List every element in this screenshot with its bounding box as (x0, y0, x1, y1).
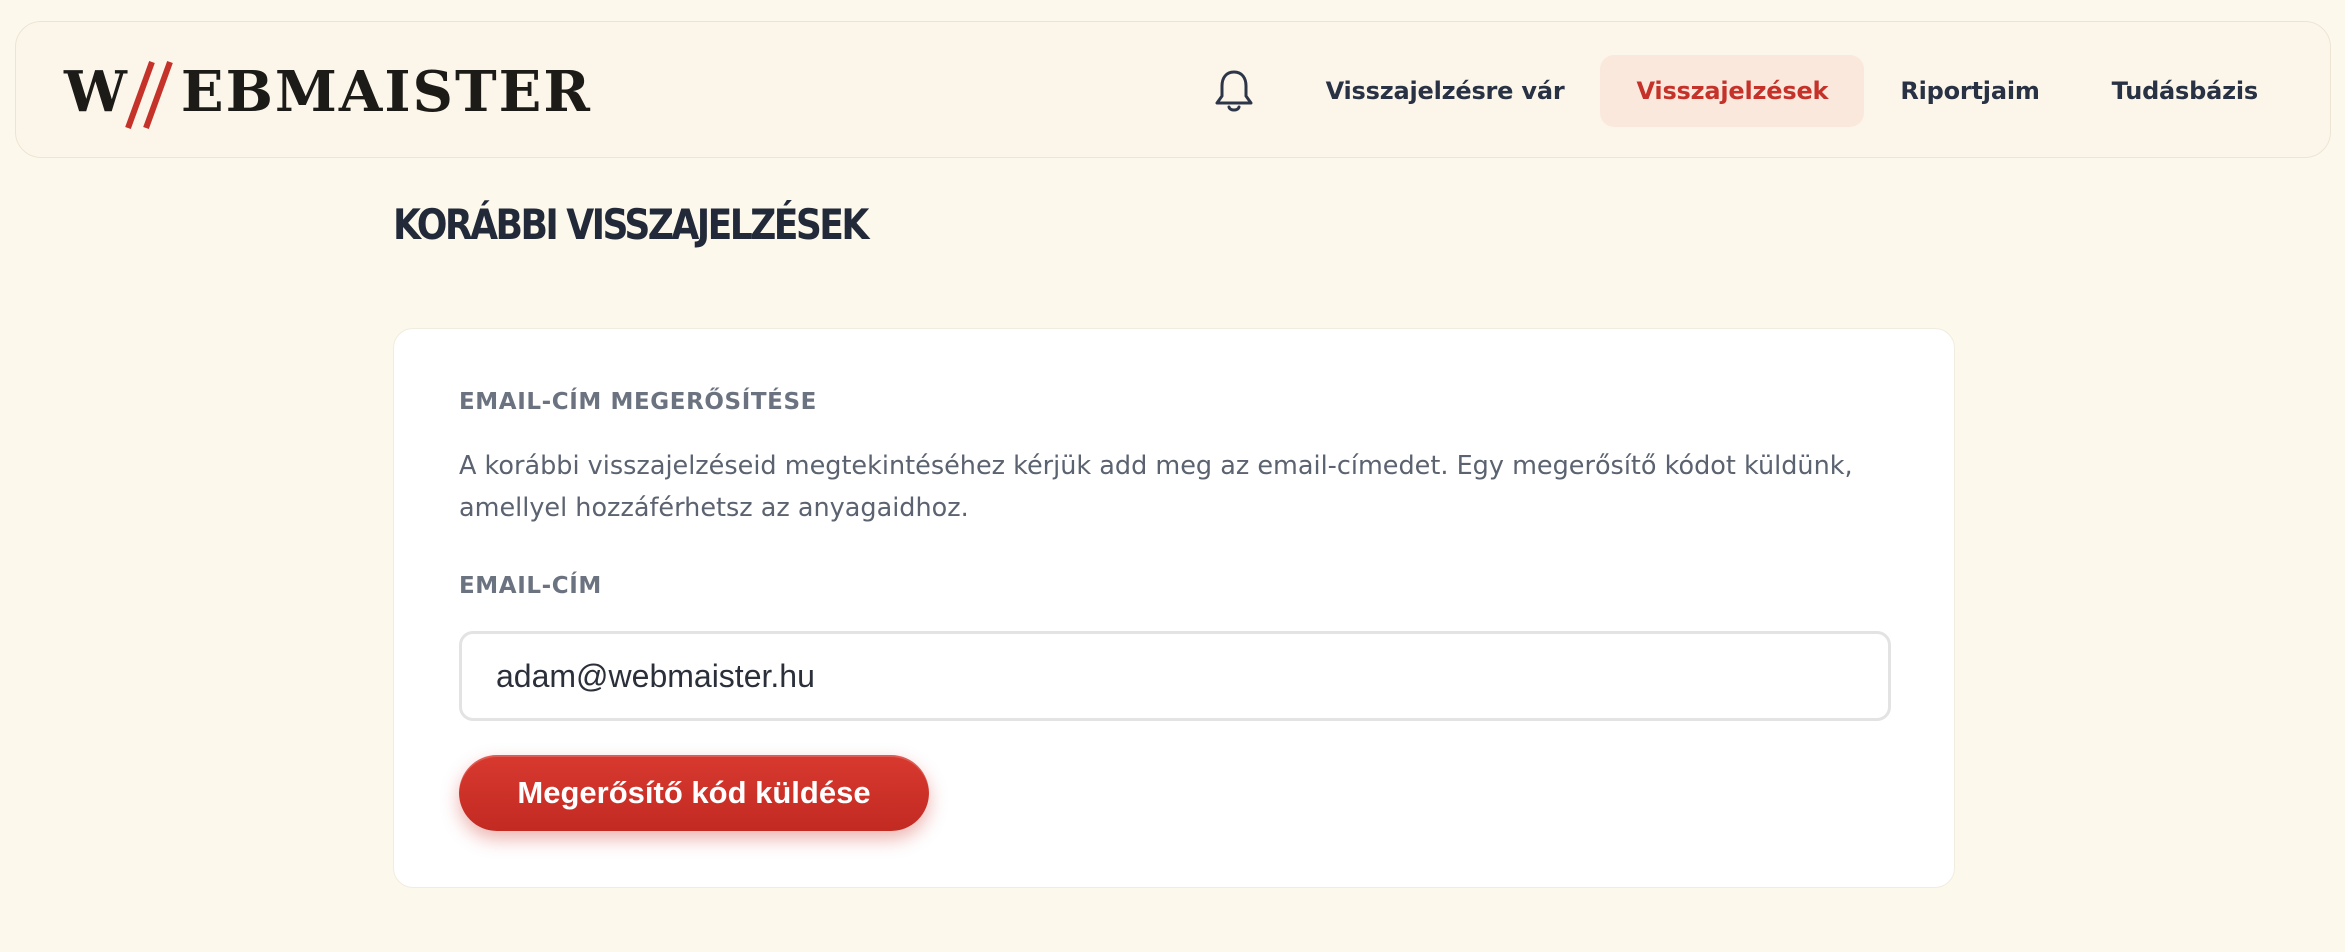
nav-item-visszajelzesre-var[interactable]: Visszajelzésre vár (1290, 55, 1601, 127)
notifications-button[interactable] (1204, 55, 1264, 127)
main-nav: Visszajelzésre vár Visszajelzések Riport… (1204, 55, 2294, 127)
description-line-2: amellyel hozzáférhetsz az anyagaidhoz. (459, 493, 969, 523)
nav-item-riportjaim[interactable]: Riportjaim (1864, 55, 2075, 127)
email-input[interactable] (459, 631, 1891, 721)
section-label: EMAIL-CÍM MEGERŐSÍTÉSE (459, 389, 817, 415)
description-line-1: A korábbi visszajelzéseid megtekintéséhe… (459, 451, 1853, 481)
email-verification-card: EMAIL-CÍM MEGERŐSÍTÉSE A korábbi visszaj… (393, 328, 1955, 888)
email-label: EMAIL-CÍM (459, 573, 602, 599)
nav-item-visszajelzesek[interactable]: Visszajelzések (1600, 55, 1865, 127)
webmaister-logo[interactable]: W EBMAISTER (64, 52, 590, 132)
page-title: Korábbi visszajelzések (393, 200, 869, 249)
nav-item-tudasbazis[interactable]: Tudásbázis (2076, 55, 2294, 127)
description: A korábbi visszajelzéseid megtekintéséhe… (459, 445, 1899, 529)
logo-slashes-icon (125, 60, 173, 130)
bell-icon (1215, 70, 1253, 112)
top-header: W EBMAISTER Visszajelzésre vár Visszajelz… (15, 21, 2331, 158)
send-code-button[interactable]: Megerősítő kód küldése (459, 755, 929, 831)
